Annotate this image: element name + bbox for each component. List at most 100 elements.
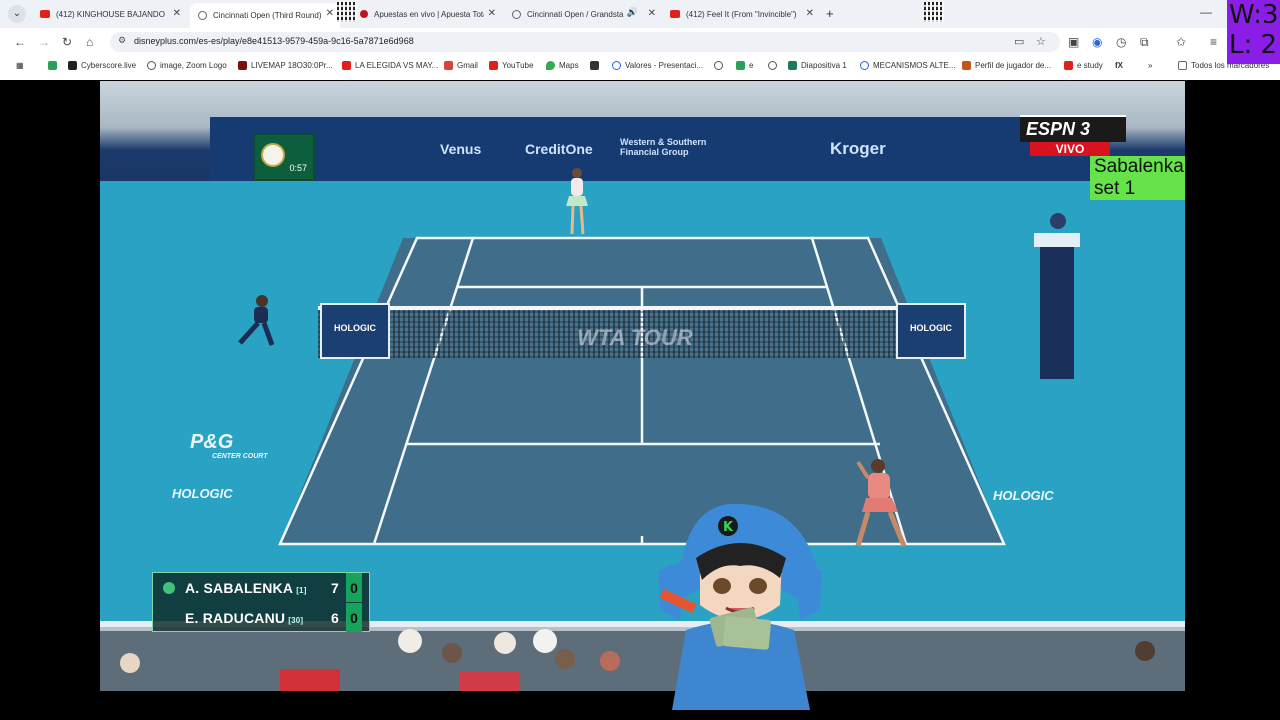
reload-icon[interactable]: ↻ bbox=[62, 35, 72, 49]
hologic-right-logo: HOLOGIC bbox=[993, 488, 1054, 503]
minimize-icon[interactable]: — bbox=[1200, 5, 1212, 19]
losses-count: L: 2 bbox=[1229, 30, 1278, 60]
tab-feel-it[interactable]: (412) Feel It (From "Invincible") ✕ bbox=[662, 3, 820, 25]
tab-search-button[interactable]: ⌄ bbox=[8, 5, 26, 23]
slides-icon bbox=[788, 61, 797, 70]
set-label-overlay: Sabalenka set 1 bbox=[1090, 156, 1185, 200]
cast-icon[interactable]: ▭ bbox=[1014, 35, 1024, 48]
back-icon[interactable]: ← bbox=[14, 35, 26, 49]
speaker-icon[interactable]: 🔊 bbox=[627, 7, 638, 18]
close-icon[interactable]: ✕ bbox=[173, 8, 181, 19]
globe-icon bbox=[768, 61, 777, 70]
bookmark-e-study[interactable]: e study bbox=[1064, 61, 1103, 70]
bookmark-star-icon[interactable]: ☆ bbox=[1036, 35, 1046, 48]
cyberscore-icon bbox=[68, 61, 77, 70]
bookmark-globe-1[interactable] bbox=[714, 61, 727, 70]
player-name: E. RADUCANU bbox=[185, 610, 286, 626]
bookmark-mecanismos[interactable]: MECANISMOS ALTE... bbox=[860, 61, 956, 70]
tab-cincinnati-third-round[interactable]: Cincinnati Open (Third Round) ✕ bbox=[190, 3, 340, 28]
presentation-icon bbox=[612, 61, 621, 70]
scoreboard: A. SABALENKA [1] 7 0 E. RADUCANU [30] 6 0 bbox=[152, 572, 370, 632]
puzzle-icon bbox=[48, 61, 57, 70]
espn-bug: ESPN 3 VIVO bbox=[1020, 115, 1126, 157]
globe-icon bbox=[147, 61, 156, 70]
pg-logo: P&G bbox=[190, 431, 234, 453]
close-icon[interactable]: ✕ bbox=[648, 8, 656, 19]
home-icon[interactable]: ⌂ bbox=[86, 35, 93, 49]
bookmarks-bar: ▦ Cyberscore.live image, Zoom Logo LIVEM… bbox=[0, 56, 1280, 78]
bookmark-e[interactable]: e bbox=[736, 61, 753, 70]
bookmark-perfil[interactable]: Perfil de jugador de... bbox=[962, 61, 1051, 70]
serving-ball-icon bbox=[163, 582, 175, 594]
globe-icon bbox=[512, 9, 521, 19]
more-bookmarks-button[interactable]: » bbox=[1148, 61, 1152, 70]
bookmark-extension[interactable] bbox=[48, 61, 61, 70]
bookmark-valores[interactable]: Valores - Presentaci... bbox=[612, 61, 703, 70]
apps-icon[interactable]: ▦ bbox=[16, 61, 24, 70]
player-seed: [30] bbox=[288, 616, 304, 625]
new-tab-button[interactable]: + bbox=[826, 6, 834, 21]
game-score: 0 bbox=[346, 603, 362, 632]
youtube-icon bbox=[40, 10, 50, 18]
youtube-icon bbox=[670, 10, 680, 18]
bookmark-la-elegida[interactable]: LA ELEGIDA VS MAY... bbox=[342, 61, 438, 70]
menu-icon[interactable]: ≡ bbox=[1210, 35, 1217, 49]
site-info-icon[interactable]: ⚙ bbox=[118, 35, 126, 46]
tab-cincinnati-grandstand[interactable]: Cincinnati Open / Grandsta 🔊 ✕ bbox=[504, 3, 662, 25]
bookmark-globe-2[interactable] bbox=[768, 61, 781, 70]
profile-icon bbox=[962, 61, 971, 70]
bet-icon bbox=[360, 10, 368, 18]
bookmark-zoom-logo[interactable]: image, Zoom Logo bbox=[147, 61, 227, 70]
read-aloud-icon[interactable]: ◉ bbox=[1092, 35, 1102, 49]
tab-label: (412) Feel It (From "Invincible") bbox=[686, 9, 796, 19]
close-icon[interactable]: ✕ bbox=[488, 8, 496, 19]
forward-icon[interactable]: → bbox=[38, 35, 50, 49]
net-sign-right: HOLOGIC bbox=[896, 303, 966, 359]
bookmark-fx[interactable]: fX bbox=[1115, 61, 1123, 70]
browser-chrome: ⌄ (412) KINGHOUSE BAJANDO PI ✕ Cincinnat… bbox=[0, 0, 1280, 80]
close-icon[interactable]: ✕ bbox=[806, 8, 814, 19]
qr-code-icon bbox=[924, 2, 944, 22]
extension-icon[interactable]: ▣ bbox=[1068, 35, 1079, 49]
center-court-text: CENTER COURT bbox=[212, 453, 268, 460]
url-field[interactable]: ⚙ disneyplus.com/es-es/play/e8e41513-957… bbox=[110, 32, 1060, 52]
youtube-icon bbox=[489, 61, 498, 70]
history-icon[interactable]: ◷ bbox=[1116, 35, 1126, 49]
net-sign-left: HOLOGIC bbox=[320, 303, 390, 359]
scoreboard-row-raducanu: E. RADUCANU [30] 6 0 bbox=[153, 603, 369, 632]
youtube-icon bbox=[1064, 61, 1073, 70]
bookmark-cyberscore[interactable]: Cyberscore.live bbox=[68, 61, 136, 70]
youtube-icon bbox=[342, 61, 351, 70]
presentation-icon bbox=[860, 61, 869, 70]
qr-bookmark-icon bbox=[590, 61, 599, 70]
bookmark-diapositiva[interactable]: Diapositiva 1 bbox=[788, 61, 847, 70]
globe-icon bbox=[714, 61, 723, 70]
espn-logo: ESPN 3 bbox=[1020, 115, 1126, 142]
tab-label: Apuestas en vivo | Apuesta Tota bbox=[374, 9, 484, 19]
set-score: 7 bbox=[331, 580, 339, 596]
extensions-icon[interactable]: ⧉ bbox=[1140, 35, 1149, 50]
folder-icon bbox=[1178, 61, 1187, 70]
bookmark-maps[interactable]: Maps bbox=[546, 61, 579, 70]
maps-pin-icon bbox=[546, 61, 555, 70]
bookmark-qr[interactable] bbox=[590, 61, 603, 70]
tab-kinghouse[interactable]: (412) KINGHOUSE BAJANDO PI ✕ bbox=[32, 3, 187, 25]
bookmark-youtube[interactable]: YouTube bbox=[489, 61, 533, 70]
puzzle-icon bbox=[736, 61, 745, 70]
streamer-avatar: K bbox=[658, 503, 822, 710]
win-loss-counter: W:3 L: 2 bbox=[1227, 0, 1280, 64]
tab-apuestas[interactable]: Apuestas en vivo | Apuesta Tota ✕ bbox=[352, 3, 502, 25]
bookmark-livemap[interactable]: LIVEMAP 18O30:0Pr... bbox=[238, 61, 333, 70]
livemap-icon bbox=[238, 61, 247, 70]
player-name: A. SABALENKA bbox=[185, 580, 294, 596]
favorites-icon[interactable]: ✩ bbox=[1176, 35, 1186, 49]
scoreboard-row-sabalenka: A. SABALENKA [1] 7 0 bbox=[153, 573, 369, 602]
hologic-left-logo: HOLOGIC bbox=[172, 486, 233, 501]
ball-kid bbox=[238, 295, 275, 346]
umpire-chair bbox=[1034, 213, 1080, 379]
close-icon[interactable]: ✕ bbox=[326, 8, 334, 19]
wta-tour-logo: WTA TOUR bbox=[577, 325, 693, 350]
bookmark-gmail[interactable]: Gmail bbox=[444, 61, 478, 70]
tab-strip: ⌄ (412) KINGHOUSE BAJANDO PI ✕ Cincinnat… bbox=[0, 0, 1280, 28]
set-score: 6 bbox=[331, 610, 339, 626]
